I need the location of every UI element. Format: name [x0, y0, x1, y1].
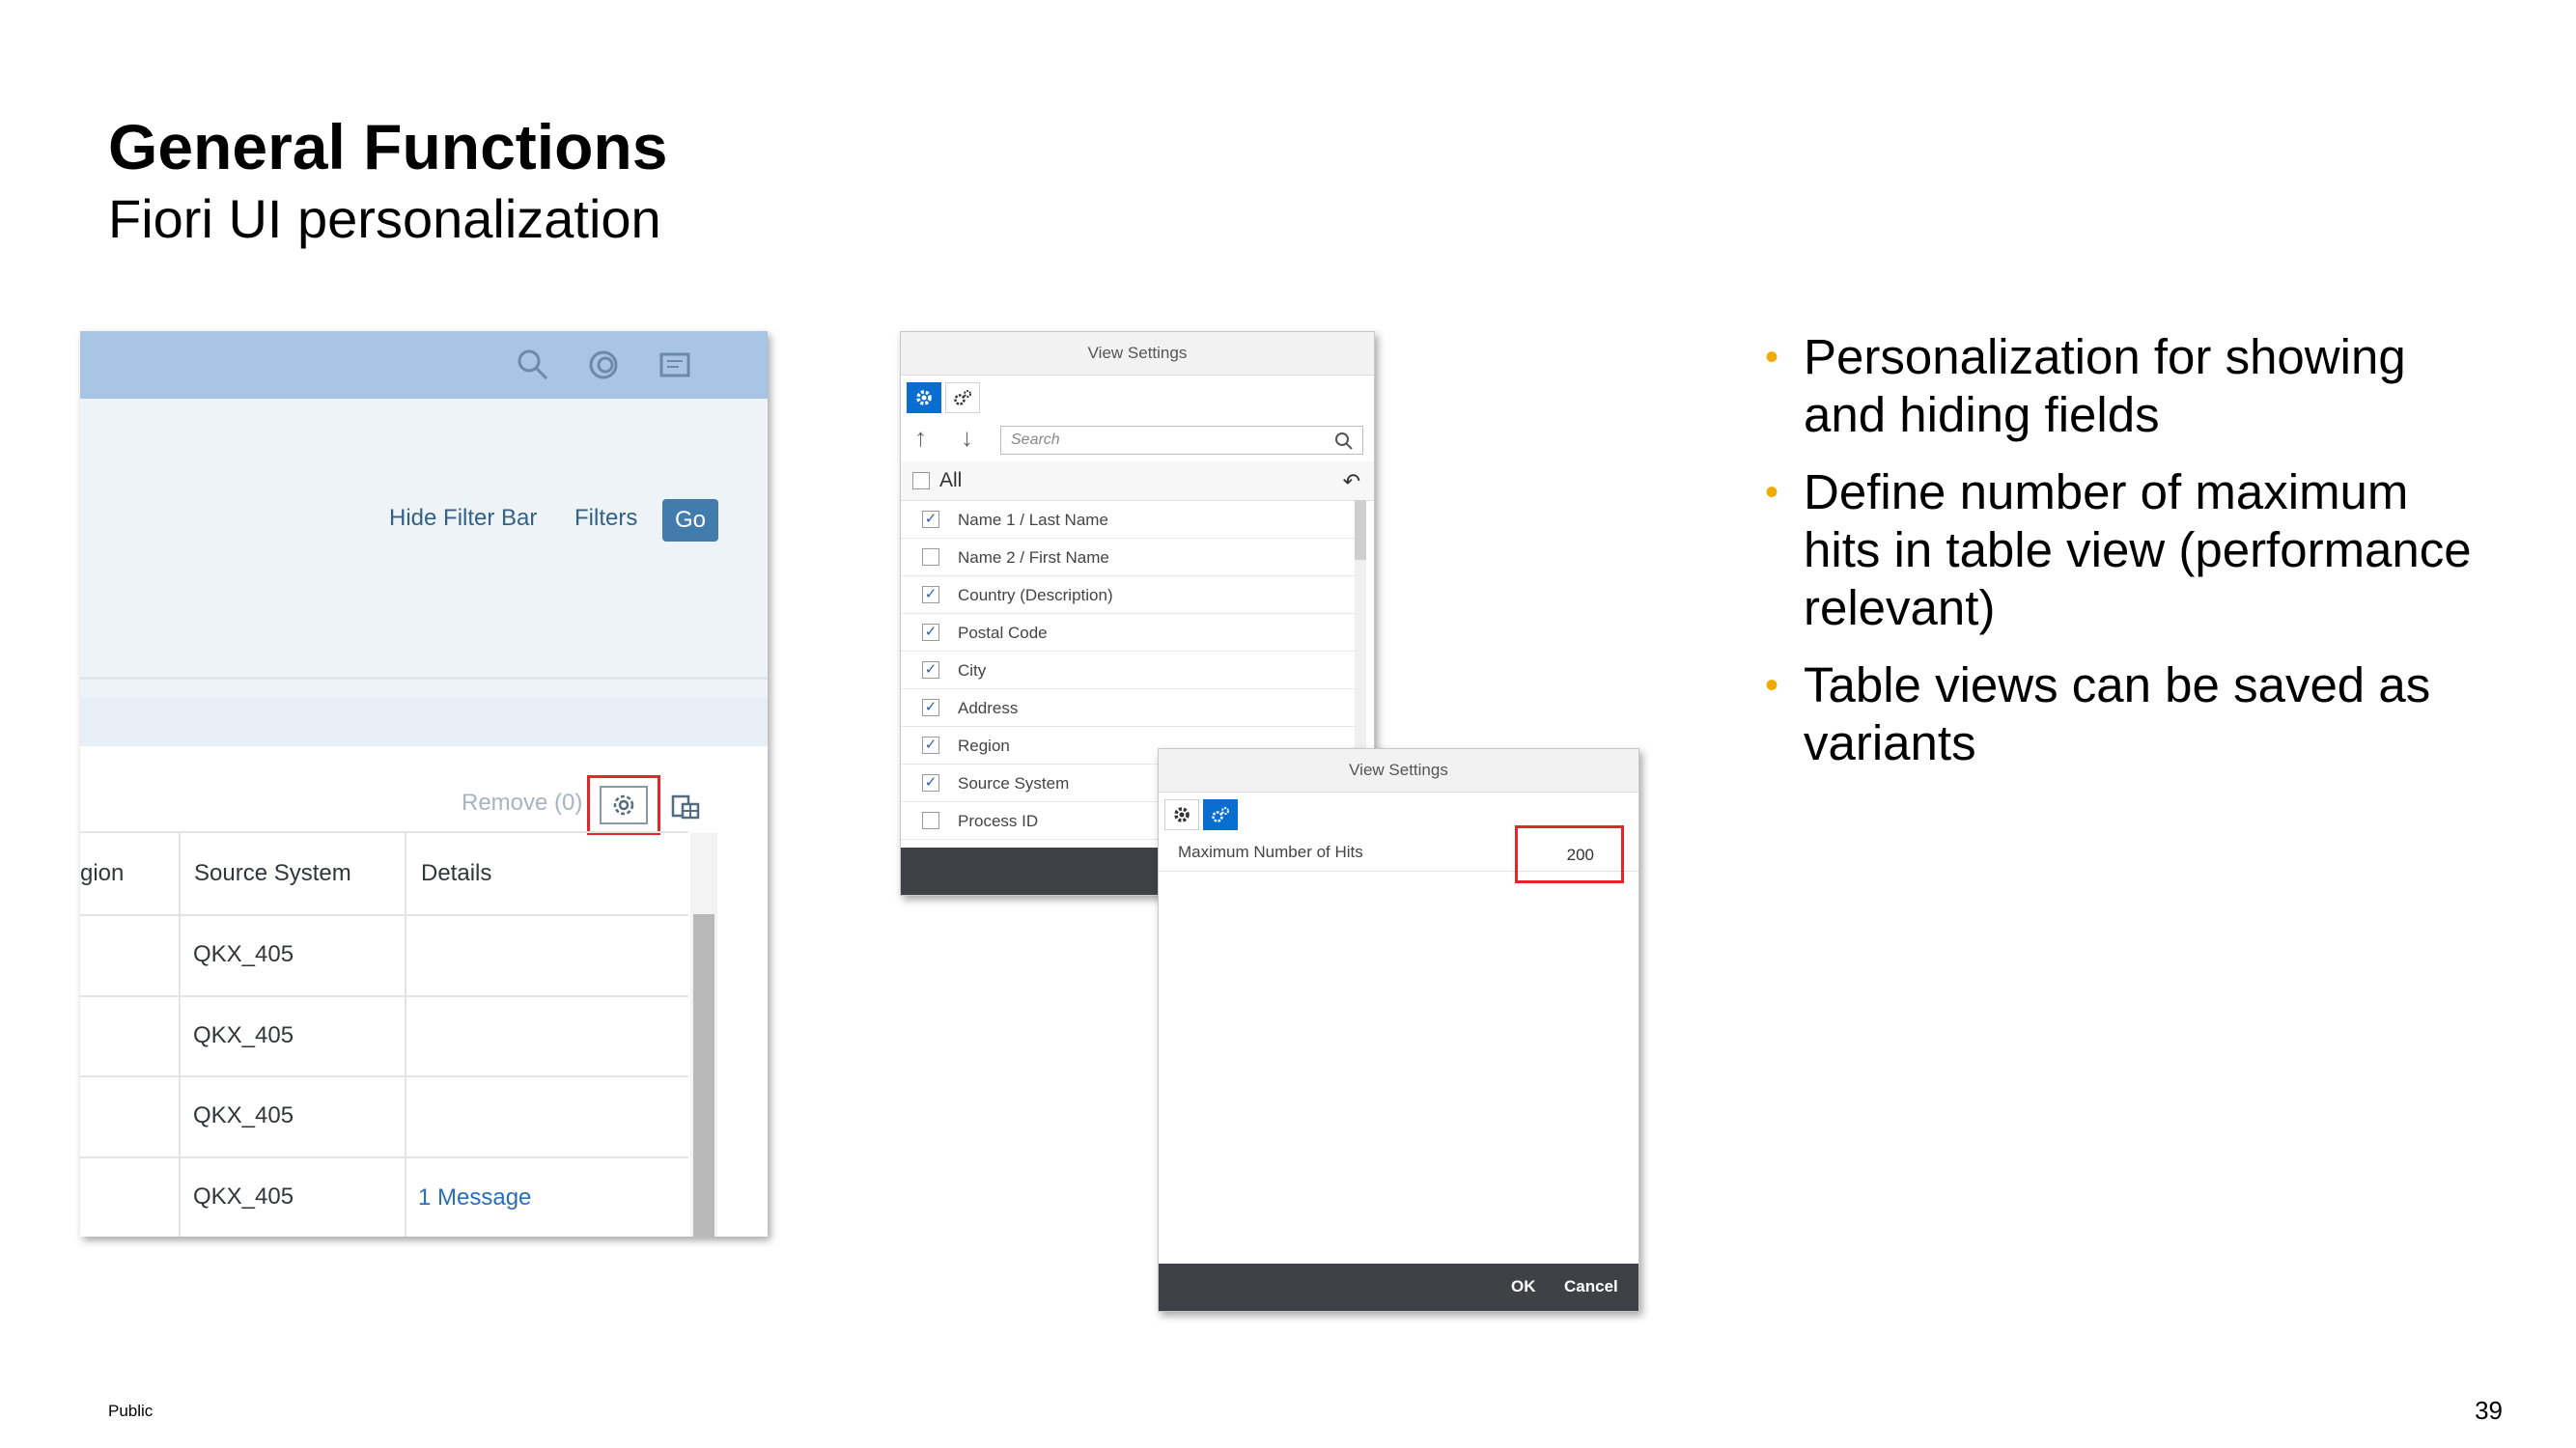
column-label: Name 1 / Last Name — [958, 511, 1108, 529]
view-settings-hits-dialog: View Settings Maximum Number of Hits 200… — [1158, 748, 1639, 1312]
dialog-toolbar: ↑ ↓ Search — [901, 419, 1374, 462]
divider — [80, 677, 768, 680]
fiori-list-report-screenshot: Hide Filter Bar Filters Go Remove (0) gi… — [80, 331, 768, 1237]
max-hits-highlight: 200 — [1515, 825, 1624, 883]
cell-source-system: QKX_405 — [193, 1102, 294, 1128]
select-all-row[interactable]: All ↶ — [901, 461, 1374, 501]
bullet-text: Personalization for showing and hiding f… — [1804, 329, 2406, 442]
column-checkbox[interactable]: ✓ — [922, 699, 939, 716]
column-label: Source System — [958, 774, 1070, 793]
column-label: Address — [958, 699, 1019, 717]
divider — [80, 1075, 688, 1077]
column-label: Name 2 / First Name — [958, 548, 1109, 567]
remove-button[interactable]: Remove (0) — [462, 790, 582, 817]
gear-icon — [1174, 807, 1190, 822]
divider — [80, 1156, 688, 1158]
tab-settings[interactable] — [945, 382, 980, 413]
copilot-icon[interactable] — [585, 347, 622, 383]
column-checkbox[interactable]: ✓ — [922, 737, 939, 754]
bullet-dot: • — [1765, 336, 1779, 378]
dialog-footer: OK Cancel — [1159, 1264, 1638, 1311]
scrollbar-thumb[interactable] — [693, 914, 714, 1237]
ok-button[interactable]: OK — [1511, 1277, 1536, 1296]
column-list-item[interactable]: ✓ City — [901, 651, 1355, 689]
slide-subtitle: Fiori UI personalization — [108, 188, 661, 249]
cancel-button[interactable]: Cancel — [1564, 1277, 1618, 1296]
classification-label: Public — [108, 1402, 154, 1420]
cell-source-system: QKX_405 — [193, 1183, 294, 1210]
column-header-source-system[interactable]: Source System — [194, 833, 351, 914]
hide-filter-bar-button[interactable]: Hide Filter Bar — [389, 505, 537, 532]
bullet-item: • Define number of maximum hits in table… — [1761, 463, 2495, 637]
cell-source-system: QKX_405 — [193, 941, 294, 967]
shell-bar — [80, 331, 768, 399]
column-list-item[interactable]: ✓ Address — [901, 688, 1355, 727]
gears-icon — [1212, 807, 1229, 822]
notifications-icon[interactable] — [657, 347, 693, 383]
page-number: 39 — [2475, 1396, 2503, 1425]
divider — [80, 914, 688, 916]
search-input[interactable]: Search — [1000, 426, 1363, 455]
bullet-list: • Personalization for showing and hiding… — [1761, 328, 2495, 792]
export-icon[interactable] — [671, 793, 700, 821]
undo-icon[interactable]: ↶ — [1343, 469, 1360, 494]
tab-columns[interactable] — [907, 382, 941, 413]
search-placeholder: Search — [1011, 432, 1060, 448]
column-checkbox[interactable]: ✓ — [922, 511, 939, 528]
column-label: City — [958, 661, 987, 680]
dialog-title: View Settings — [901, 332, 1374, 376]
table-area — [80, 746, 768, 1237]
divider — [405, 833, 406, 1237]
slide-title: General Functions — [108, 111, 668, 182]
dialog-title: View Settings — [1159, 749, 1638, 793]
max-hits-label: Maximum Number of Hits — [1178, 843, 1363, 861]
search-icon[interactable] — [1333, 431, 1355, 452]
divider — [179, 833, 181, 1237]
tab-columns[interactable] — [1164, 799, 1199, 830]
column-list-item[interactable]: Name 2 / First Name — [901, 538, 1355, 576]
bullet-dot: • — [1765, 471, 1779, 514]
column-checkbox[interactable]: ✓ — [922, 774, 939, 792]
gear-icon — [613, 794, 634, 816]
search-icon[interactable] — [515, 347, 551, 383]
column-checkbox[interactable] — [922, 812, 939, 829]
gears-icon — [954, 390, 971, 405]
column-label: Region — [958, 737, 1010, 755]
select-all-checkbox[interactable] — [912, 472, 930, 489]
column-checkbox[interactable]: ✓ — [922, 624, 939, 641]
column-label: Postal Code — [958, 624, 1048, 642]
max-hits-input[interactable]: 200 — [1567, 846, 1594, 865]
column-header-region[interactable]: gion — [80, 833, 124, 914]
filters-button[interactable]: Filters — [574, 505, 637, 532]
table-settings-button[interactable] — [600, 786, 648, 824]
column-checkbox[interactable] — [922, 548, 939, 566]
details-message-link[interactable]: 1 Message — [418, 1184, 531, 1211]
column-list-item[interactable]: ✓ Country (Description) — [901, 575, 1355, 614]
settings-highlight — [587, 775, 660, 835]
column-list-item[interactable]: ✓ Postal Code — [901, 613, 1355, 652]
column-header-details[interactable]: Details — [421, 833, 491, 914]
move-down-icon[interactable]: ↓ — [961, 423, 973, 453]
select-all-label: All — [939, 469, 963, 491]
divider — [80, 995, 688, 997]
column-label: Process ID — [958, 812, 1039, 830]
go-button[interactable]: Go — [662, 499, 718, 542]
bullet-text: Table views can be saved as variants — [1804, 657, 2431, 770]
gear-icon — [916, 390, 932, 405]
bullet-item: • Table views can be saved as variants — [1761, 656, 2495, 772]
bullet-dot: • — [1765, 664, 1779, 707]
column-checkbox[interactable]: ✓ — [922, 661, 939, 679]
bullet-text: Define number of maximum hits in table v… — [1804, 464, 2472, 635]
scrollbar-thumb[interactable] — [1355, 500, 1366, 560]
column-list-item[interactable]: ✓ Name 1 / Last Name — [901, 500, 1355, 539]
column-label: Country (Description) — [958, 586, 1113, 604]
column-checkbox[interactable]: ✓ — [922, 586, 939, 603]
bullet-item: • Personalization for showing and hiding… — [1761, 328, 2495, 444]
divider — [80, 831, 688, 833]
move-up-icon[interactable]: ↑ — [914, 423, 927, 453]
cell-source-system: QKX_405 — [193, 1022, 294, 1048]
tab-settings[interactable] — [1203, 799, 1238, 830]
